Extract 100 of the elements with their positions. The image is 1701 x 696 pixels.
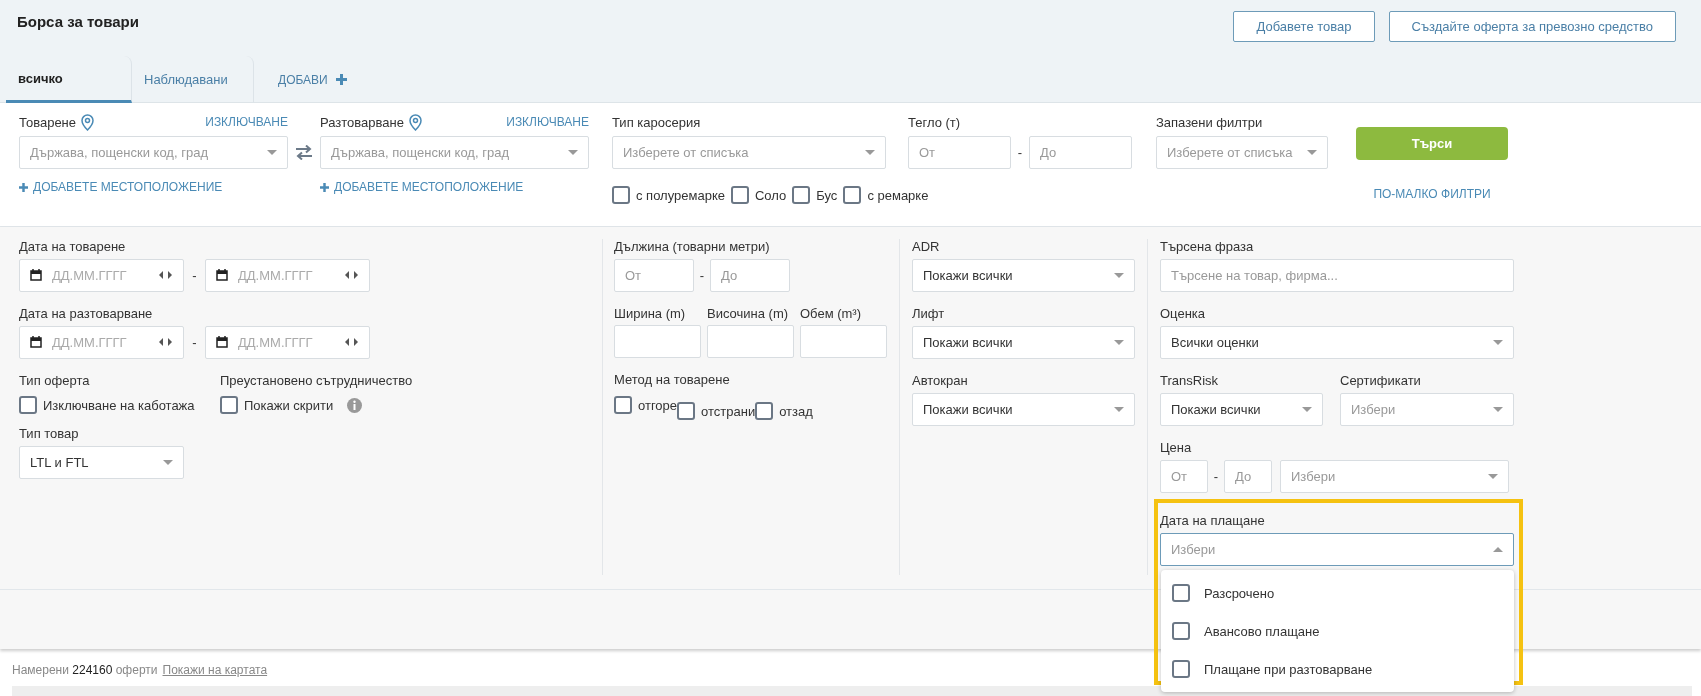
add-location-link[interactable]: ДОБАВЕТЕ МЕСТОПОЛОЖЕНИЕ <box>320 180 524 194</box>
menu-item[interactable]: Плащане при разтоварване <box>1204 661 1373 677</box>
show-on-map-link[interactable]: Покажи на картата <box>162 663 268 677</box>
range-separator: - <box>191 268 198 283</box>
field-label: Автокран <box>912 373 969 388</box>
field-label: Дата на товарене <box>19 239 127 254</box>
checkbox-label: Покажи скрити <box>244 397 334 413</box>
field-label: TransRisk <box>1160 373 1220 388</box>
field-label: Тип каросерия <box>612 114 701 130</box>
calendar-icon <box>216 336 228 348</box>
fewer-filters-link[interactable]: ПО-МАЛКО ФИЛТРИ <box>1373 187 1491 201</box>
calendar-icon <box>30 336 42 348</box>
saved-filters-select[interactable]: Изберете от списъка <box>1156 136 1328 169</box>
equipment-select[interactable]: Покажи всички <box>912 326 1135 359</box>
left-right-arrows-icon[interactable] <box>345 271 358 279</box>
calendar-icon <box>30 269 42 281</box>
caret-icon <box>1302 407 1312 412</box>
date-field[interactable]: ДД.ММ.ГГГГ <box>205 259 370 292</box>
field-label: Дата на разтоварване <box>19 306 154 321</box>
rating-select[interactable]: Всички оценки <box>1160 326 1514 359</box>
checkbox[interactable] <box>677 402 696 420</box>
menu-item[interactable]: Разсрочено <box>1204 585 1275 601</box>
location-select[interactable]: Държава, пощенски код, град <box>320 136 589 169</box>
equipment-select[interactable]: Покажи всички <box>912 259 1135 292</box>
plus-icon <box>320 182 329 192</box>
checkbox[interactable] <box>220 396 238 414</box>
cargo-type-select[interactable]: LTL и FTL <box>19 446 184 479</box>
exclude-link[interactable]: ИЗКЛЮЧВАНЕ <box>205 115 288 129</box>
transrisk-select[interactable]: Покажи всички <box>1160 393 1323 426</box>
field-label: Дата на плащане <box>1160 513 1266 528</box>
add-location-link[interactable]: ДОБАВЕТЕ МЕСТОПОЛОЖЕНИЕ <box>19 180 223 194</box>
checkbox[interactable] <box>755 402 774 420</box>
caret-icon <box>865 150 875 155</box>
date-field[interactable]: ДД.ММ.ГГГГ <box>19 326 184 359</box>
from-field[interactable]: От <box>908 136 1011 169</box>
menu-item[interactable]: Авансово плащане <box>1204 623 1320 639</box>
checkbox[interactable] <box>1172 622 1190 640</box>
body-type-select[interactable]: Изберете от списъка <box>612 136 886 169</box>
checkbox[interactable] <box>614 396 632 414</box>
checkbox[interactable] <box>792 186 811 204</box>
number-field[interactable] <box>800 325 887 358</box>
payment-date-select[interactable]: Избери <box>1160 533 1514 566</box>
field-label: Търсена фраза <box>1160 239 1255 254</box>
checkbox-label: с ремарке <box>867 187 929 203</box>
page-title: Борса за товари <box>17 13 139 30</box>
field-label: Тип товар <box>19 426 80 441</box>
checkbox-label: Бус <box>816 187 838 203</box>
range-separator: - <box>1016 145 1024 160</box>
to-field[interactable]: До <box>710 259 790 292</box>
field-label: Запазени филтри <box>1156 114 1263 130</box>
plus-icon <box>19 182 28 192</box>
left-right-arrows-icon[interactable] <box>345 338 358 346</box>
info-icon[interactable] <box>347 397 363 413</box>
field-label: Тегло (т) <box>908 114 961 130</box>
location-pin-icon <box>408 113 422 131</box>
checkbox[interactable] <box>19 396 37 414</box>
caret-icon <box>1493 407 1503 412</box>
checkbox-label: отгоре <box>638 397 678 413</box>
checkbox[interactable] <box>730 186 749 204</box>
left-right-arrows-icon[interactable] <box>159 271 172 279</box>
equipment-select[interactable]: Покажи всички <box>912 393 1135 426</box>
caret-icon <box>1493 547 1503 552</box>
swap-arrows-icon[interactable] <box>295 145 313 160</box>
checkbox-label: отзад <box>779 403 813 419</box>
range-separator: - <box>698 268 706 283</box>
field-label: Цена <box>1160 440 1193 455</box>
caret-icon <box>163 460 173 465</box>
field-label: Разтоварване <box>320 114 404 130</box>
add-tab[interactable]: ДОБАВИ <box>254 56 347 103</box>
search-button[interactable]: Търси <box>1356 127 1508 160</box>
field-label: Обем (m³) <box>800 306 862 321</box>
checkbox[interactable] <box>1172 660 1190 678</box>
to-field[interactable]: До <box>1029 136 1132 169</box>
outline-button[interactable]: Създайте оферта за превозно средство <box>1388 11 1676 42</box>
checkbox[interactable] <box>843 186 862 204</box>
exclude-link[interactable]: ИЗКЛЮЧВАНЕ <box>506 115 589 129</box>
date-field[interactable]: ДД.ММ.ГГГГ <box>205 326 370 359</box>
caret-icon <box>1488 474 1498 479</box>
certificates-select[interactable]: Избери <box>1340 393 1514 426</box>
left-right-arrows-icon[interactable] <box>159 338 172 346</box>
field-label: ADR <box>912 239 941 254</box>
checkbox[interactable] <box>612 186 630 204</box>
date-field[interactable]: ДД.ММ.ГГГГ <box>19 259 184 292</box>
from-field[interactable]: От <box>1160 460 1208 493</box>
outline-button[interactable]: Добавете товар <box>1233 11 1375 42</box>
to-field[interactable]: До <box>1224 460 1272 493</box>
tab[interactable]: Наблюдавани <box>132 56 254 103</box>
checkbox-label: Соло <box>754 187 787 203</box>
checkbox[interactable] <box>1172 584 1190 602</box>
number-field[interactable] <box>707 325 794 358</box>
search-phrase-field[interactable]: Търсене на товар, фирма... <box>1160 259 1514 292</box>
calendar-icon <box>216 269 228 281</box>
caret-icon <box>568 150 578 155</box>
from-field[interactable]: От <box>614 259 694 292</box>
caret-icon <box>1114 340 1124 345</box>
location-select[interactable]: Държава, пощенски код, град <box>19 136 288 169</box>
number-field[interactable] <box>614 325 701 358</box>
currency-select[interactable]: Избери <box>1280 460 1509 493</box>
tab[interactable]: всичко <box>6 56 132 103</box>
caret-icon <box>1307 150 1317 155</box>
